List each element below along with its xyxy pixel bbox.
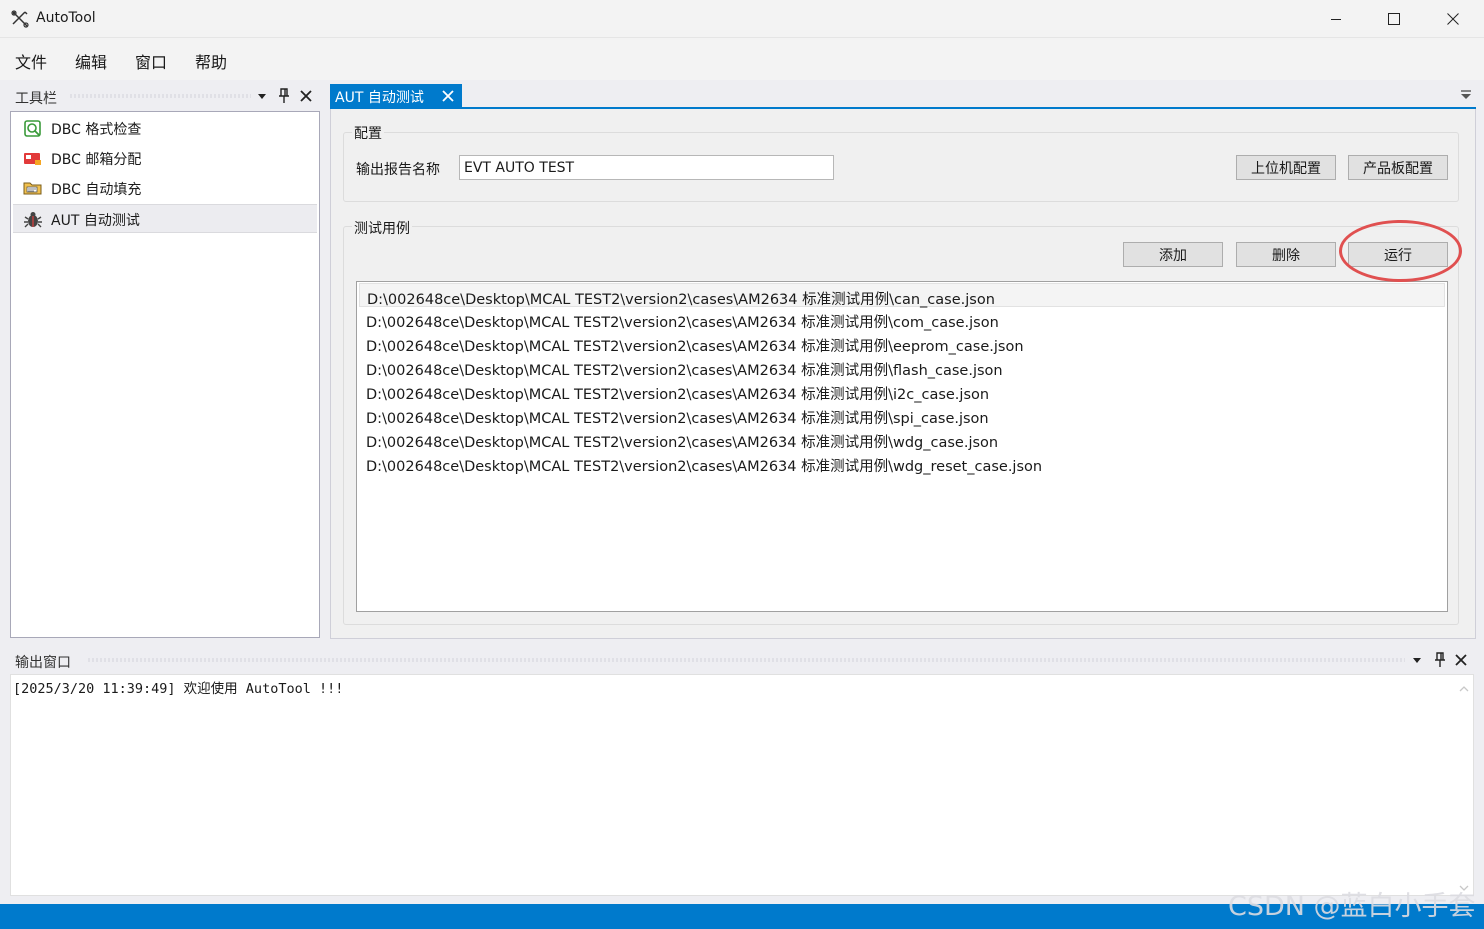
test-cases-group-title: 测试用例 (352, 218, 412, 238)
tool-label: DBC 格式检查 (51, 122, 142, 138)
tool-label: DBC 自动填充 (51, 182, 142, 198)
output-dropdown-icon[interactable] (1412, 652, 1422, 672)
list-item[interactable]: D:\002648ce\Desktop\MCAL TEST2\version2\… (359, 307, 1445, 331)
list-item[interactable]: D:\002648ce\Desktop\MCAL TEST2\version2\… (359, 283, 1445, 308)
list-item[interactable]: D:\002648ce\Desktop\MCAL TEST2\version2\… (359, 403, 1445, 427)
output-log-text: [2025/3/20 11:39:49] 欢迎使用 AutoTool !!! (13, 681, 344, 697)
maximize-button[interactable] (1365, 0, 1423, 38)
add-button[interactable]: 添加 (1123, 242, 1223, 267)
menu-bar: 文件 编辑 窗口 帮助 (0, 38, 1484, 80)
toolbox-panel: DBC 格式检查 DBC 邮箱分配 DBC 自动填充 AUT 自动测试 (10, 111, 320, 638)
document-menu-icon[interactable] (1460, 88, 1472, 104)
tab-aut-test[interactable]: AUT 自动测试 (330, 84, 462, 108)
output-pin-icon[interactable] (1434, 651, 1446, 673)
menu-edit[interactable]: 编辑 (75, 49, 107, 73)
scroll-up-icon[interactable] (1459, 681, 1469, 697)
menu-window[interactable]: 窗口 (135, 49, 167, 73)
toolbox-header: 工具栏 (10, 85, 320, 110)
toolbox-drag-grip[interactable] (69, 94, 251, 98)
test-case-list[interactable]: D:\002648ce\Desktop\MCAL TEST2\version2\… (356, 281, 1448, 612)
bug-icon (23, 211, 43, 228)
output-report-name-input[interactable] (459, 155, 834, 180)
list-item[interactable]: D:\002648ce\Desktop\MCAL TEST2\version2\… (359, 379, 1445, 403)
tool-item-dbc-mailbox[interactable]: DBC 邮箱分配 (13, 144, 317, 173)
config-group-title: 配置 (352, 123, 384, 143)
maximize-icon (1388, 13, 1400, 25)
output-window-header: 输出窗口 (10, 648, 1474, 674)
close-icon (1447, 13, 1459, 25)
board-config-button[interactable]: 产品板配置 (1348, 155, 1448, 180)
toolbox-pin-icon[interactable] (278, 87, 290, 109)
app-tools-icon (10, 10, 30, 28)
tool-label: AUT 自动测试 (51, 213, 140, 229)
output-drag-grip[interactable] (87, 658, 1405, 662)
toolbox-title: 工具栏 (15, 91, 57, 107)
tab-label: AUT 自动测试 (335, 90, 424, 106)
title-bar: AutoTool (0, 0, 1484, 38)
toolbox-dropdown-icon[interactable] (257, 88, 267, 108)
tool-label: DBC 邮箱分配 (51, 152, 142, 168)
list-item[interactable]: D:\002648ce\Desktop\MCAL TEST2\version2\… (359, 355, 1445, 379)
output-window-title: 输出窗口 (15, 655, 71, 671)
tab-close-icon[interactable] (441, 88, 455, 108)
tool-item-dbc-check[interactable]: DBC 格式检查 (13, 114, 317, 143)
tool-item-aut-test[interactable]: AUT 自动测试 (13, 204, 317, 233)
list-item[interactable]: D:\002648ce\Desktop\MCAL TEST2\version2\… (359, 331, 1445, 355)
delete-button[interactable]: 删除 (1236, 242, 1336, 267)
toolbox-close-icon[interactable] (298, 86, 314, 110)
close-window-button[interactable] (1424, 0, 1482, 38)
run-button[interactable]: 运行 (1348, 242, 1448, 267)
dbc-autofill-icon (23, 180, 43, 197)
output-report-name-label: 输出报告名称 (356, 162, 440, 178)
output-close-icon[interactable] (1453, 650, 1469, 674)
host-config-button[interactable]: 上位机配置 (1236, 155, 1336, 180)
menu-help[interactable]: 帮助 (195, 49, 227, 73)
dbc-check-icon (23, 120, 43, 137)
window-title: AutoTool (36, 10, 96, 26)
minimize-icon (1331, 19, 1341, 20)
dbc-mailbox-icon (23, 150, 43, 167)
tool-item-dbc-autofill[interactable]: DBC 自动填充 (13, 174, 317, 203)
list-item[interactable]: D:\002648ce\Desktop\MCAL TEST2\version2\… (359, 451, 1445, 475)
minimize-button[interactable] (1307, 0, 1365, 38)
watermark: CSDN @蓝白小手套 (1228, 891, 1476, 922)
list-item[interactable]: D:\002648ce\Desktop\MCAL TEST2\version2\… (359, 427, 1445, 451)
output-log-panel[interactable]: [2025/3/20 11:39:49] 欢迎使用 AutoTool !!! (10, 674, 1474, 896)
menu-file[interactable]: 文件 (15, 49, 47, 73)
